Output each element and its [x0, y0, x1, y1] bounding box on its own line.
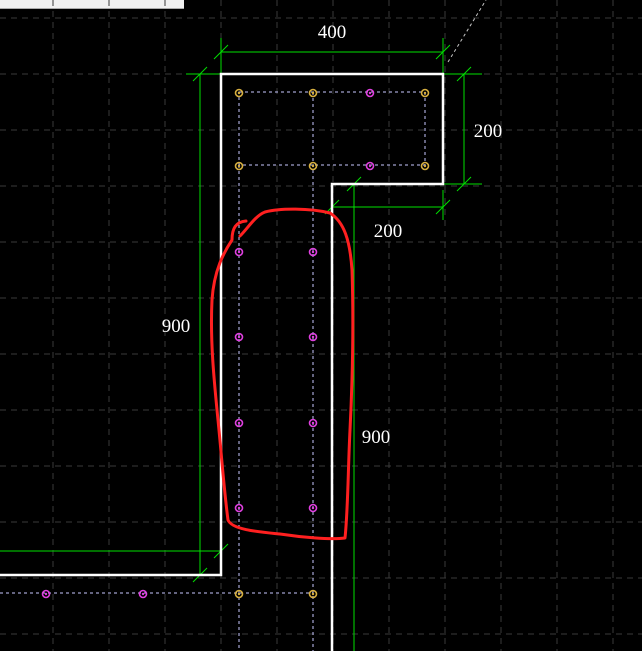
dimension-inner-step: 200 [374, 221, 403, 242]
cad-drawing-canvas[interactable]: 400 200 200 900 900 [0, 0, 642, 651]
rebar-marker-dot [423, 91, 427, 95]
rebar-marker-dot [311, 250, 315, 254]
rebar-points [41, 88, 430, 599]
rebar-marker-dot [141, 592, 145, 596]
rebar-marker-dot [237, 506, 241, 510]
rebar-marker-dot [311, 506, 315, 510]
rebar-marker-dot [237, 592, 241, 596]
rebar-marker-dot [368, 91, 372, 95]
leader-line [447, 0, 487, 63]
rebar-marker-dot [237, 421, 241, 425]
rebar-marker-dot [44, 592, 48, 596]
rebar-marker-dot [237, 164, 241, 168]
dimension-top-width: 400 [318, 22, 347, 43]
rebar-marker-dot [423, 164, 427, 168]
rebar-marker-dot [311, 91, 315, 95]
rebar-marker-dot [311, 592, 315, 596]
dimension-left-height: 900 [162, 316, 191, 337]
rebar-marker-dot [311, 164, 315, 168]
rebar-marker-dot [237, 335, 241, 339]
dimension-inner-height: 900 [362, 427, 391, 448]
background-grid [0, 0, 642, 651]
rebar-marker-dot [237, 250, 241, 254]
rebar-marker-dot [311, 421, 315, 425]
dimension-right-height: 200 [474, 121, 503, 142]
wall-outline [0, 72, 445, 651]
rebar-marker-dot [368, 164, 372, 168]
rebar-marker-dot [311, 335, 315, 339]
rebar-marker-dot [237, 91, 241, 95]
